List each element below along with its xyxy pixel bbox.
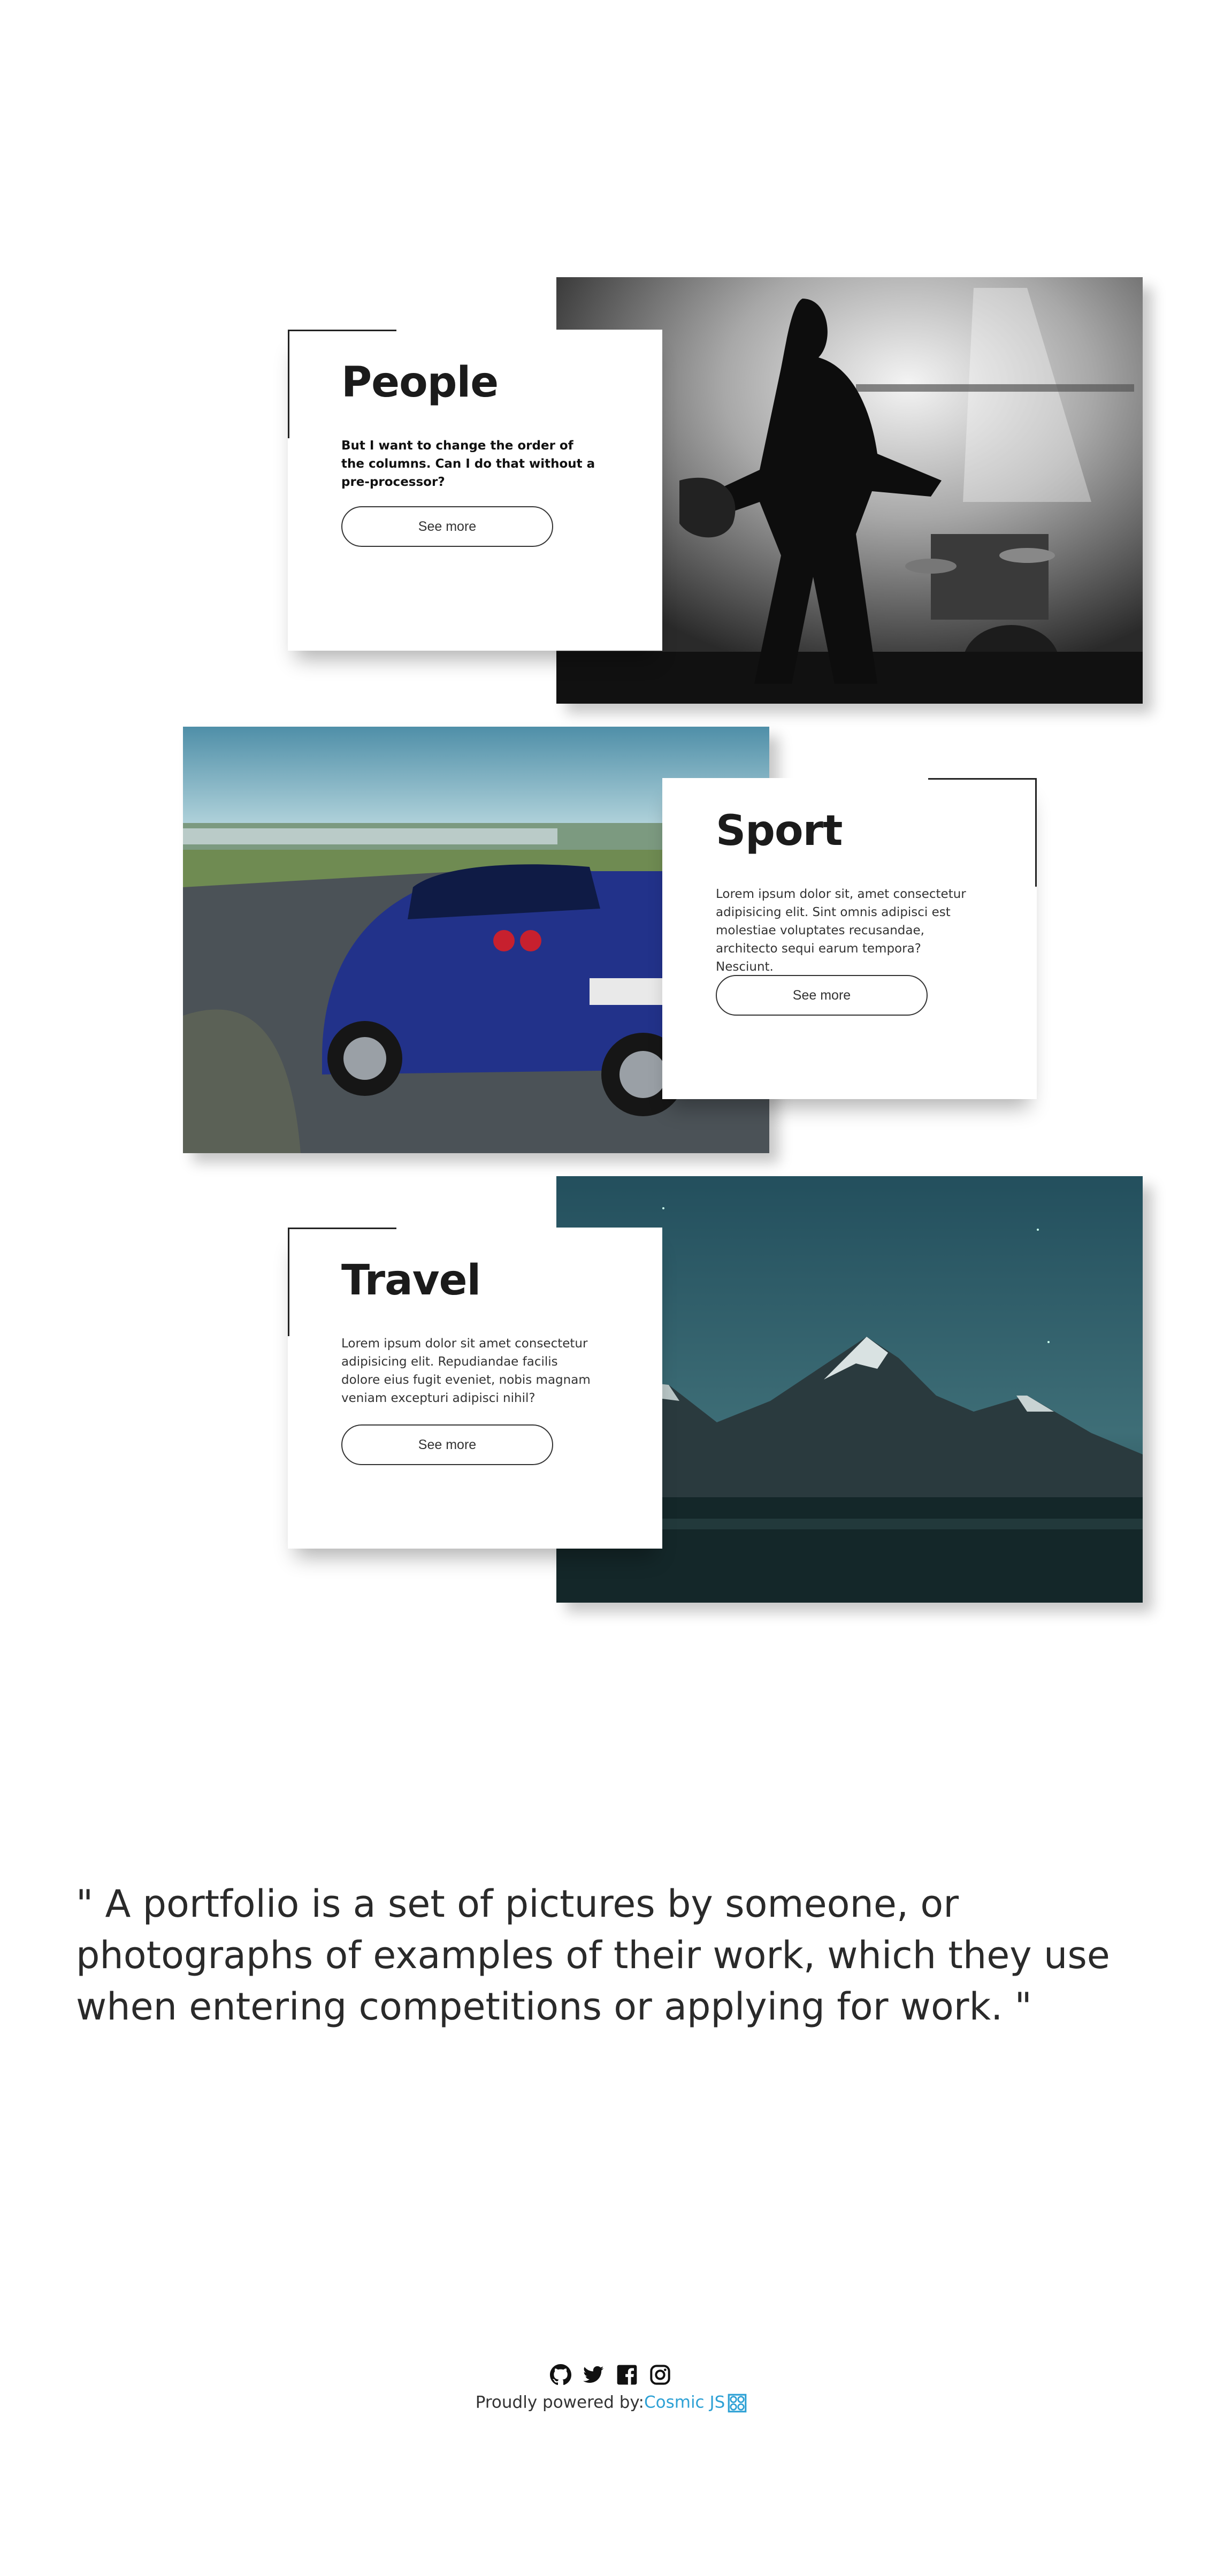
card-title: Sport [716, 807, 843, 855]
card-text: Lorem ipsum dolor sit amet consectetur a… [341, 1337, 591, 1405]
people-card: People But I want to change the order of… [288, 330, 662, 651]
sport-card: Sport Lorem ipsum dolor sit, amet consec… [662, 778, 1037, 1099]
social-links [550, 2364, 671, 2386]
instagram-icon[interactable] [649, 2364, 671, 2386]
github-icon[interactable] [550, 2364, 571, 2386]
portfolio-quote: " A portfolio is a set of pictures by so… [76, 1882, 1110, 2029]
powered-by-line: Proudly powered by:Cosmic JS [0, 2392, 1224, 2414]
card-bracket [928, 778, 1037, 887]
see-more-button[interactable]: See more [341, 506, 553, 547]
travel-card: Travel Lorem ipsum dolor sit amet consec… [288, 1228, 662, 1549]
powered-by-label: Proudly powered by: [475, 2392, 644, 2412]
card-title: People [341, 359, 499, 407]
cosmic-js-link[interactable]: Cosmic JS [644, 2393, 725, 2412]
card-text: Lorem ipsum dolor sit, amet consectetur … [716, 887, 966, 974]
see-more-button[interactable]: See more [716, 975, 928, 1016]
facebook-icon[interactable] [616, 2364, 638, 2386]
see-more-button[interactable]: See more [341, 1424, 553, 1465]
card-text: But I want to change the order of the co… [341, 439, 595, 489]
twitter-icon[interactable] [583, 2364, 605, 2386]
cosmic-js-logo-icon [728, 2394, 747, 2413]
card-title: Travel [341, 1256, 481, 1305]
